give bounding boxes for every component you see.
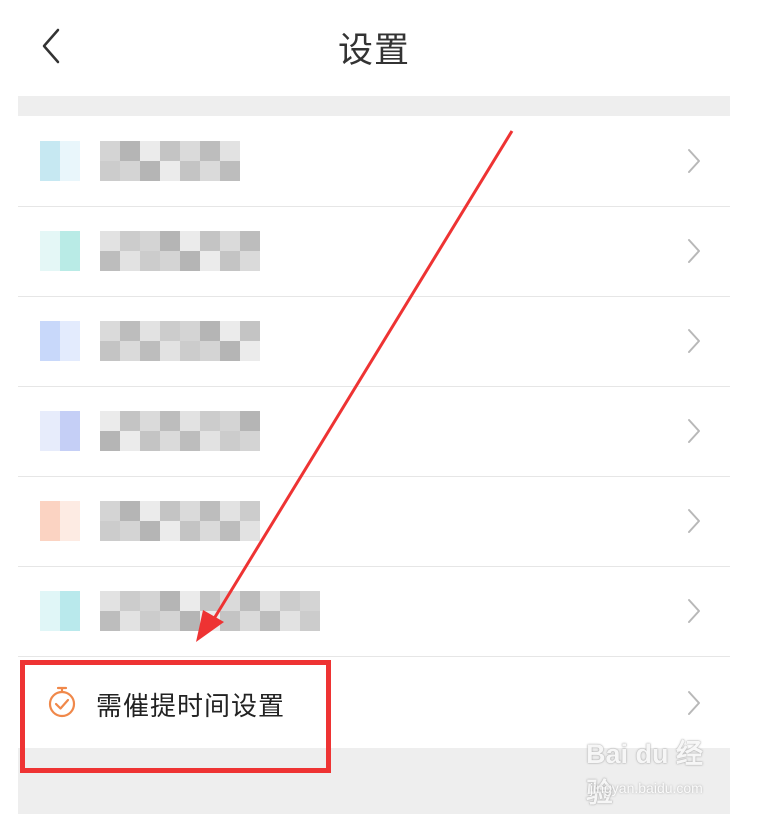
settings-item-blurred[interactable] xyxy=(18,566,730,657)
blurred-label xyxy=(100,321,260,361)
blurred-app-icon xyxy=(40,141,80,181)
chevron-right-icon xyxy=(688,149,700,173)
reminder-time-setting-label: 需催提时间设置 xyxy=(96,692,286,722)
settings-item-blurred[interactable] xyxy=(18,386,730,477)
page-title: 设置 xyxy=(337,31,410,71)
blurred-app-icon xyxy=(40,411,80,451)
blurred-app-icon xyxy=(40,591,80,631)
chevron-right-icon xyxy=(688,691,700,715)
blurred-label xyxy=(100,501,260,541)
blurred-app-icon xyxy=(40,321,80,361)
blurred-label xyxy=(100,591,320,631)
chevron-right-icon xyxy=(688,509,700,533)
settings-list: 需催提时间设置 xyxy=(18,116,730,748)
settings-item-blurred[interactable] xyxy=(18,296,730,387)
blurred-label xyxy=(100,141,240,181)
chevron-right-icon xyxy=(688,599,700,623)
blurred-label xyxy=(100,231,260,271)
baidu-jingyan-watermark: Bai du 经验 jingyan.baidu.com xyxy=(586,732,726,808)
settings-item-blurred[interactable] xyxy=(18,476,730,567)
header-bar: 设置 xyxy=(18,0,730,96)
watermark-main-text: Bai du 经验 xyxy=(586,739,704,808)
watermark-sub-text: jingyan.baidu.com xyxy=(590,780,703,796)
settings-screen: 设置 需催提时间设置 xyxy=(18,0,730,814)
chevron-right-icon xyxy=(688,239,700,263)
blurred-label xyxy=(100,411,260,451)
chevron-right-icon xyxy=(688,419,700,443)
settings-item-blurred[interactable] xyxy=(18,116,730,207)
blurred-app-icon xyxy=(40,501,80,541)
settings-item-blurred[interactable] xyxy=(18,206,730,297)
chevron-right-icon xyxy=(688,329,700,353)
timer-icon xyxy=(48,686,76,718)
blurred-app-icon xyxy=(40,231,80,271)
